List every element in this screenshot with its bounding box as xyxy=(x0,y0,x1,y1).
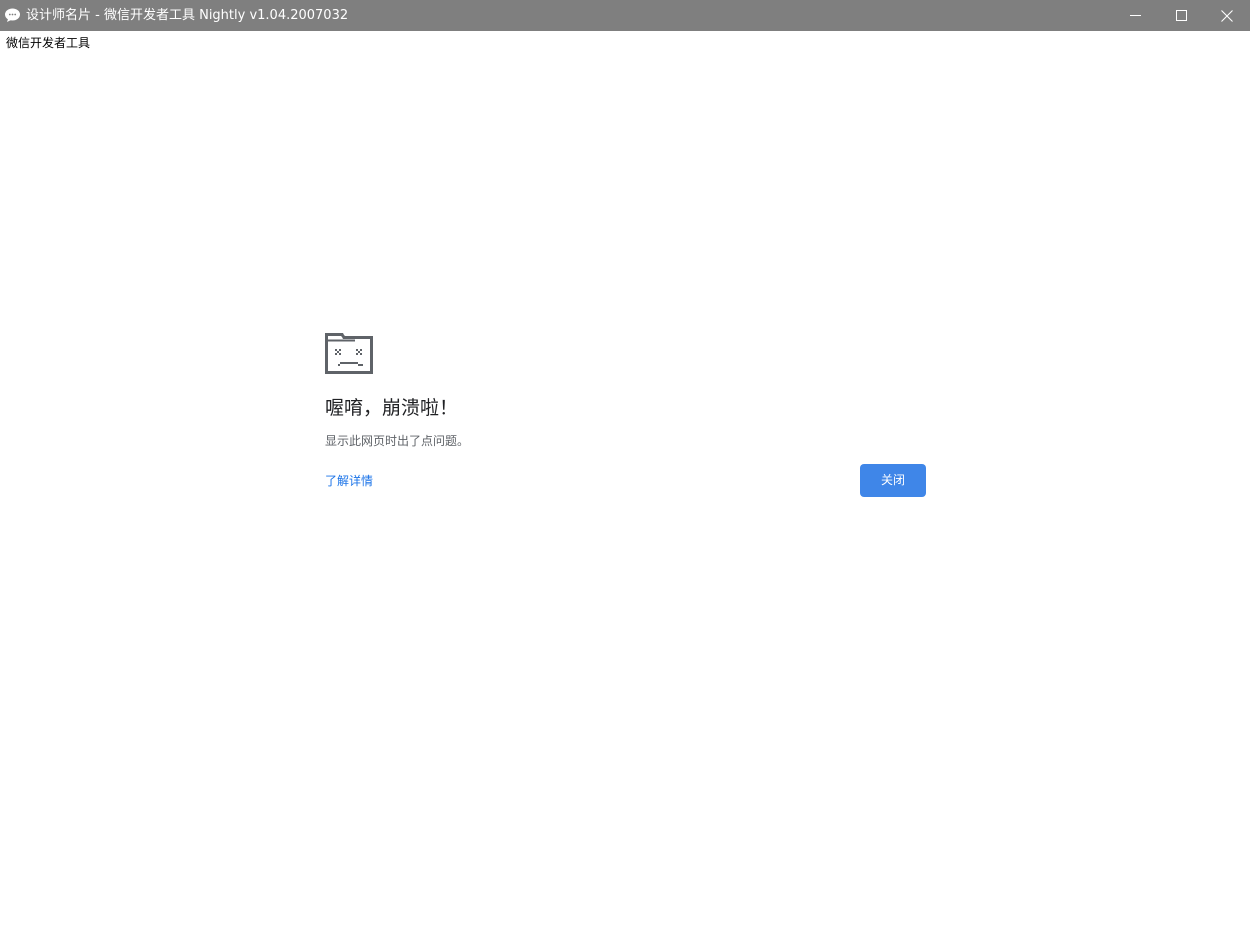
maximize-button[interactable] xyxy=(1158,0,1204,31)
sad-folder-icon xyxy=(325,333,373,374)
menu-devtools[interactable]: 微信开发者工具 xyxy=(6,35,90,51)
close-icon xyxy=(1221,9,1233,22)
minimize-icon xyxy=(1129,10,1141,21)
crash-title: 喔唷，崩溃啦！ xyxy=(325,397,459,419)
crash-message: 显示此网页时出了点问题。 xyxy=(325,434,470,448)
window-close-button[interactable] xyxy=(1204,0,1250,31)
window-titlebar[interactable]: 设计师名片 - 微信开发者工具 Nightly v1.04.2007032 xyxy=(0,0,1250,31)
wechat-devtools-icon xyxy=(4,7,21,23)
close-button[interactable]: 关闭 xyxy=(860,464,926,497)
learn-more-link[interactable]: 了解详情 xyxy=(325,473,373,489)
maximize-icon xyxy=(1175,10,1187,21)
minimize-button[interactable] xyxy=(1112,0,1158,31)
window-title: 设计师名片 - 微信开发者工具 Nightly v1.04.2007032 xyxy=(26,8,349,23)
